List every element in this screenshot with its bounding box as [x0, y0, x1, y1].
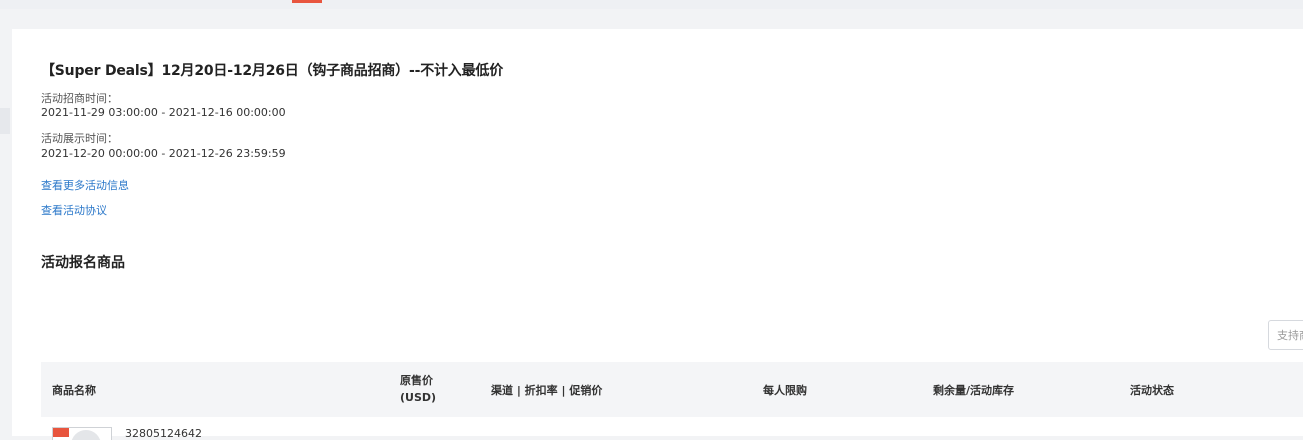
active-tab-indicator [292, 0, 322, 3]
display-time-value: 2021-12-20 00:00:00 - 2021-12-26 23:59:5… [41, 147, 286, 160]
recruit-time-value: 2021-11-29 03:00:00 - 2021-12-16 00:00:0… [41, 106, 286, 119]
recruit-time-label: 活动招商时间： [41, 92, 118, 105]
column-channel-discount-price: 渠道 | 折扣率 | 促销价 [491, 384, 603, 397]
product-search-box[interactable] [1268, 320, 1303, 350]
product-thumbnail[interactable] [52, 427, 112, 440]
section-title: 活动报名商品 [41, 255, 125, 271]
more-activity-info-link[interactable]: 查看更多活动信息 [41, 177, 129, 193]
column-product-name: 商品名称 [52, 384, 96, 397]
campaign-card: 【Super Deals】12月20日-12月26日（钩子商品招商）--不计入最… [12, 29, 1303, 440]
column-status: 活动状态 [1130, 384, 1174, 397]
column-original-price-line1: 原售价 [400, 374, 433, 387]
product-search-input[interactable] [1269, 321, 1303, 349]
column-original-price-line2: (USD) [400, 391, 437, 404]
display-time-label: 活动展示时间： [41, 132, 118, 145]
product-image-icon [71, 430, 101, 440]
column-stock: 剩余量/活动库存 [933, 384, 1015, 397]
sidebar-edge [0, 108, 10, 134]
table-row: 32805124642 [41, 417, 1303, 440]
top-bar [0, 0, 1303, 9]
product-id: 32805124642 [125, 427, 202, 440]
column-original-price: 原售价 (USD) [400, 372, 436, 406]
campaign-title: 【Super Deals】12月20日-12月26日（钩子商品招商）--不计入最… [41, 63, 504, 79]
column-purchase-limit: 每人限购 [763, 384, 807, 397]
table-header: 商品名称 原售价 (USD) 渠道 | 折扣率 | 促销价 每人限购 剩余量/活… [41, 362, 1303, 417]
activity-agreement-link[interactable]: 查看活动协议 [41, 202, 107, 218]
